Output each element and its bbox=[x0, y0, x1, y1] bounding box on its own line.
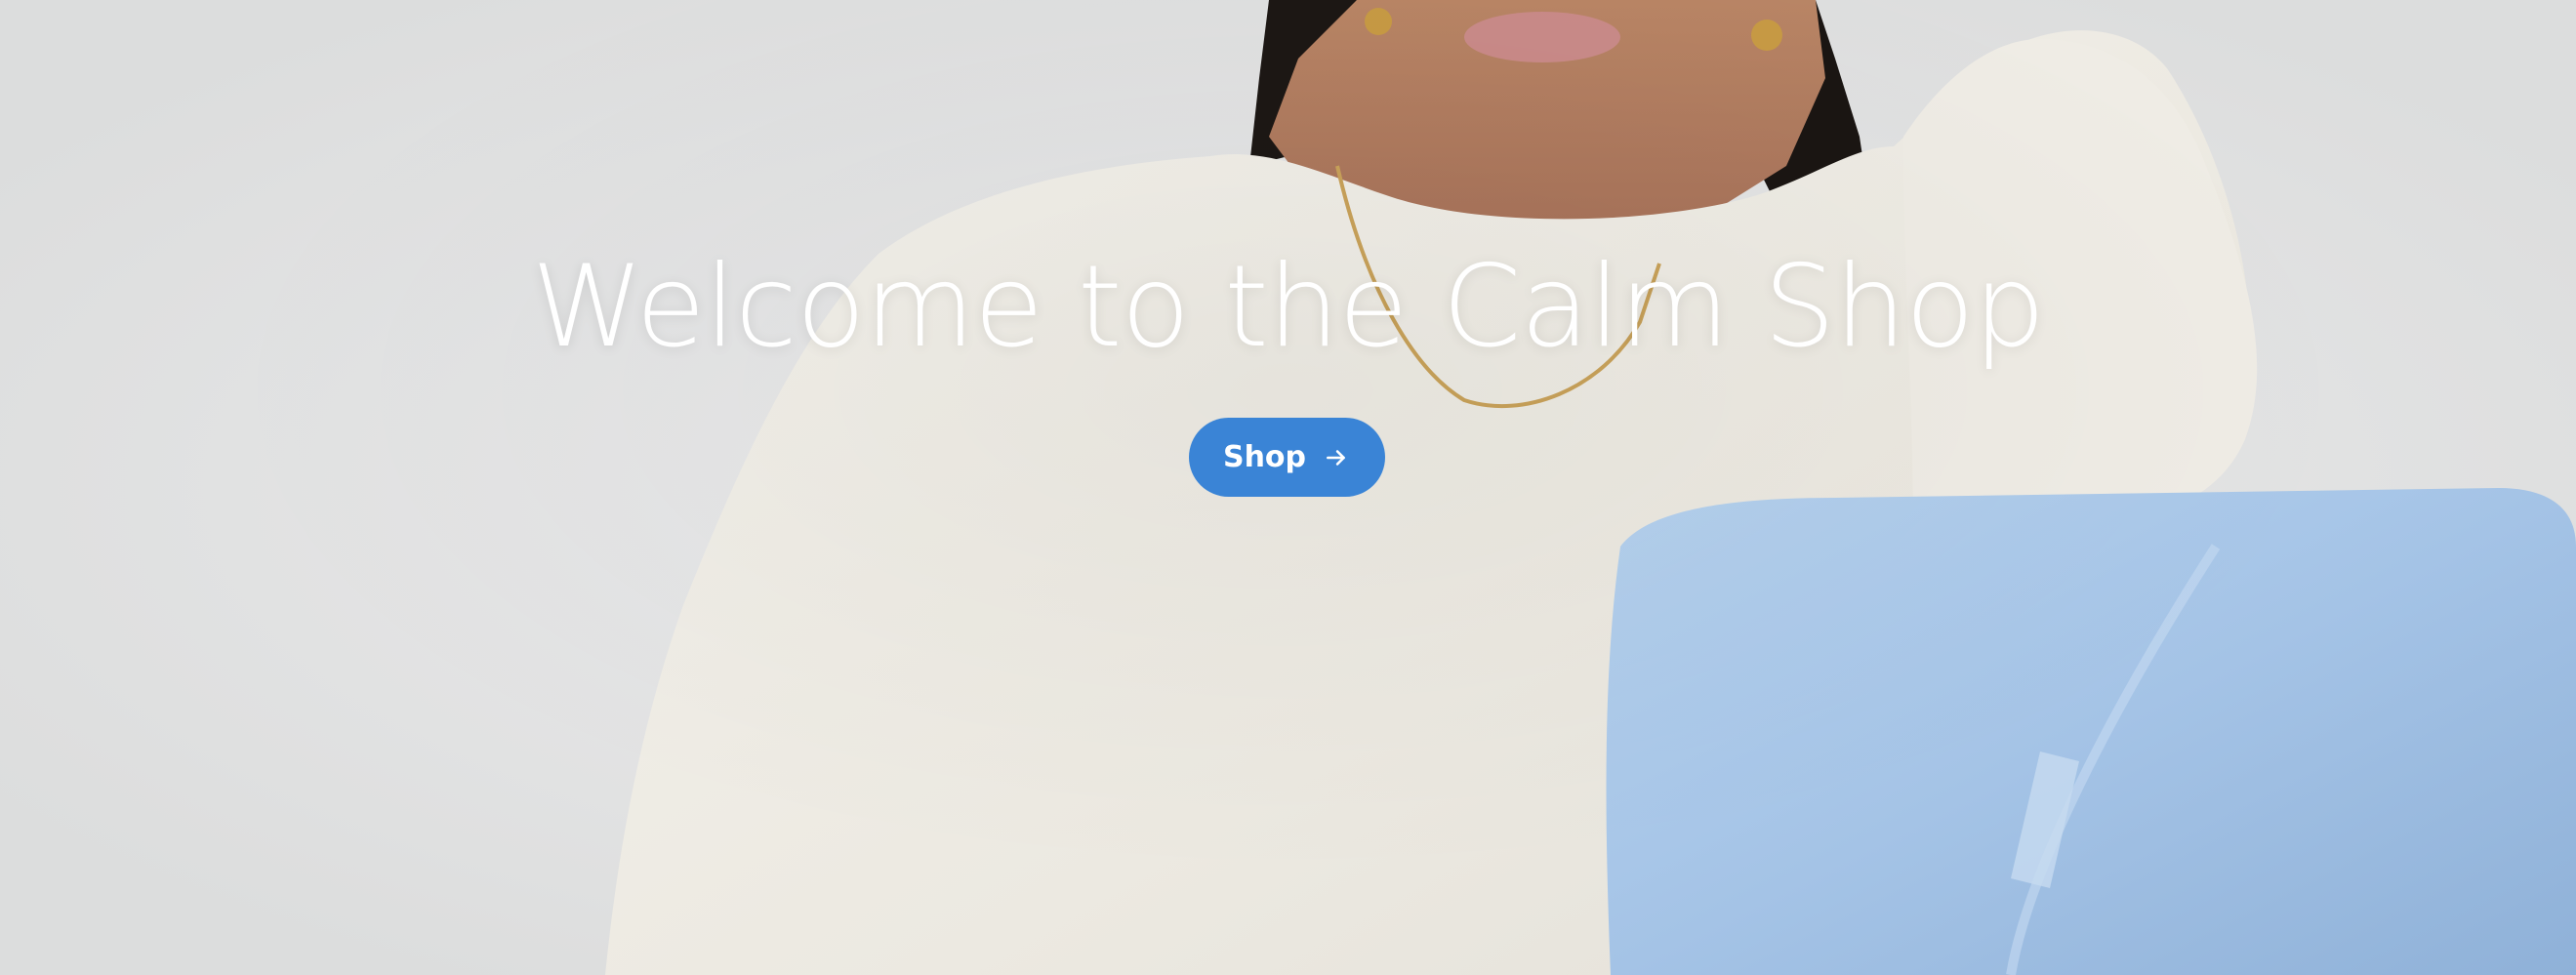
earring-right bbox=[1751, 20, 1782, 51]
blue-pillow bbox=[1606, 488, 2576, 975]
earring-left bbox=[1365, 8, 1392, 35]
lips bbox=[1464, 12, 1620, 62]
shop-button[interactable]: Shop bbox=[1189, 418, 1385, 497]
hero-title: Welcome to the Calm Shop bbox=[531, 241, 2046, 373]
shop-button-label: Shop bbox=[1222, 440, 1307, 474]
arrow-right-icon bbox=[1322, 443, 1351, 472]
hero-content: Welcome to the Calm Shop bbox=[0, 234, 2576, 381]
hero-banner: Welcome to the Calm Shop Shop bbox=[0, 0, 2576, 975]
